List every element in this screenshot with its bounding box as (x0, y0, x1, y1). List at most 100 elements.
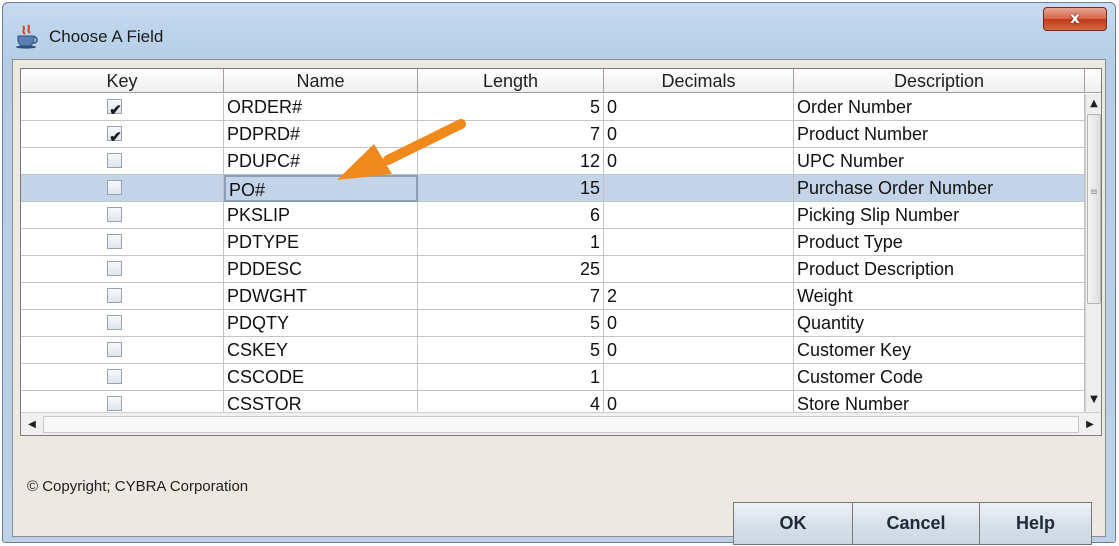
decimals-cell[interactable]: 0 (604, 148, 794, 175)
decimals-cell[interactable]: 2 (604, 283, 794, 310)
description-cell[interactable]: Quantity (794, 310, 1085, 337)
copyright-text: © Copyright; CYBRA Corporation (27, 478, 249, 495)
close-icon: x (1070, 9, 1080, 27)
key-cell (21, 364, 224, 391)
ok-button[interactable]: OK (733, 502, 853, 545)
description-cell[interactable]: Weight (794, 283, 1085, 310)
key-checkbox[interactable] (107, 288, 122, 303)
grip-icon: ≡ (1089, 187, 1099, 198)
scroll-right-icon[interactable]: ▶ (1081, 416, 1099, 433)
java-cup-icon (16, 24, 38, 49)
length-cell[interactable]: 7 (418, 121, 604, 148)
decimals-cell[interactable] (604, 229, 794, 256)
table-row[interactable]: PDWGHT 7 2 Weight (21, 283, 1085, 310)
scroll-down-icon[interactable]: ▼ (1086, 392, 1101, 408)
key-checkbox[interactable]: ✔ (107, 126, 122, 146)
length-cell[interactable]: 5 (418, 94, 604, 121)
key-checkbox[interactable] (107, 207, 122, 222)
decimals-cell[interactable]: 0 (604, 94, 794, 121)
decimals-cell[interactable]: 0 (604, 310, 794, 337)
choose-field-dialog: Choose A Field x Key Name Length Decimals De… (2, 2, 1116, 545)
length-cell[interactable]: 25 (418, 256, 604, 283)
key-cell (21, 202, 224, 229)
description-cell[interactable]: Picking Slip Number (794, 202, 1085, 229)
decimals-cell[interactable] (604, 202, 794, 229)
length-cell[interactable]: 12 (418, 148, 604, 175)
table-row[interactable]: PDUPC# 12 0 UPC Number (21, 148, 1085, 175)
length-cell[interactable]: 5 (418, 310, 604, 337)
key-checkbox[interactable] (107, 261, 122, 276)
key-cell (21, 337, 224, 364)
key-checkbox[interactable] (107, 315, 122, 330)
name-column-header[interactable]: Name (224, 69, 418, 93)
title-bar: Choose A Field x (3, 3, 1115, 67)
key-checkbox[interactable] (107, 234, 122, 249)
table-row[interactable]: CSCODE 1 Customer Code (21, 364, 1085, 391)
name-cell[interactable]: PDTYPE (224, 229, 418, 256)
description-cell[interactable]: Product Number (794, 121, 1085, 148)
header-filler (1085, 69, 1101, 93)
key-checkbox[interactable] (107, 369, 122, 384)
length-cell[interactable]: 1 (418, 364, 604, 391)
dialog-content: Key Name Length Decimals Description ✔ ORDER#… (12, 59, 1106, 545)
key-checkbox[interactable] (107, 180, 122, 195)
horizontal-scroll-thumb[interactable] (43, 416, 1079, 433)
key-checkbox[interactable] (107, 153, 122, 168)
key-cell (21, 283, 224, 310)
table-row[interactable]: CSKEY 5 0 Customer Key (21, 337, 1085, 364)
table-row[interactable]: PO# 15 Purchase Order Number (21, 175, 1085, 202)
name-cell[interactable]: PDWGHT (224, 283, 418, 310)
table-row[interactable]: PDDESC 25 Product Description (21, 256, 1085, 283)
description-cell[interactable]: Product Description (794, 256, 1085, 283)
cancel-button[interactable]: Cancel (852, 502, 980, 545)
name-cell[interactable]: PKSLIP (224, 202, 418, 229)
table-row[interactable]: PDTYPE 1 Product Type (21, 229, 1085, 256)
table-row[interactable]: PDQTY 5 0 Quantity (21, 310, 1085, 337)
description-cell[interactable]: Purchase Order Number (794, 175, 1085, 202)
scroll-up-icon[interactable]: ▲ (1086, 96, 1101, 112)
description-cell[interactable]: Product Type (794, 229, 1085, 256)
table-row[interactable]: ✔ PDPRD# 7 0 Product Number (21, 121, 1085, 148)
vertical-scrollbar[interactable]: ▲ ≡ ▼ (1085, 94, 1101, 412)
name-cell[interactable]: PDQTY (224, 310, 418, 337)
decimals-cell[interactable] (604, 364, 794, 391)
description-cell[interactable]: Customer Code (794, 364, 1085, 391)
vertical-scroll-thumb[interactable]: ≡ (1087, 114, 1101, 304)
key-cell (21, 310, 224, 337)
name-cell[interactable]: PDPRD# (224, 121, 418, 148)
description-cell[interactable]: Customer Key (794, 337, 1085, 364)
description-column-header[interactable]: Description (794, 69, 1085, 93)
help-button[interactable]: Help (979, 502, 1092, 545)
key-checkbox[interactable] (107, 342, 122, 357)
decimals-cell[interactable] (604, 175, 794, 202)
scroll-left-icon[interactable]: ◀ (23, 416, 41, 433)
key-column-header[interactable]: Key (21, 69, 224, 93)
name-cell[interactable]: PDDESC (224, 256, 418, 283)
length-cell[interactable]: 1 (418, 229, 604, 256)
close-button[interactable]: x (1043, 7, 1107, 31)
name-cell[interactable]: ORDER# (224, 94, 418, 121)
dialog-title: Choose A Field (49, 27, 164, 46)
description-cell[interactable]: UPC Number (794, 148, 1085, 175)
length-cell[interactable]: 15 (418, 175, 604, 202)
horizontal-scrollbar[interactable]: ◀ ▶ (21, 412, 1101, 435)
name-cell[interactable]: CSCODE (224, 364, 418, 391)
table-row[interactable]: ✔ ORDER# 5 0 Order Number (21, 94, 1085, 121)
table-row[interactable]: PKSLIP 6 Picking Slip Number (21, 202, 1085, 229)
length-cell[interactable]: 7 (418, 283, 604, 310)
key-cell (21, 175, 224, 202)
decimals-column-header[interactable]: Decimals (604, 69, 794, 93)
length-column-header[interactable]: Length (418, 69, 604, 93)
key-checkbox[interactable]: ✔ (107, 99, 122, 119)
name-cell[interactable]: PO# (224, 175, 418, 202)
description-cell[interactable]: Order Number (794, 94, 1085, 121)
decimals-cell[interactable] (604, 256, 794, 283)
name-cell[interactable]: PDUPC# (224, 148, 418, 175)
decimals-cell[interactable]: 0 (604, 121, 794, 148)
length-cell[interactable]: 5 (418, 337, 604, 364)
name-cell[interactable]: CSKEY (224, 337, 418, 364)
decimals-cell[interactable]: 0 (604, 337, 794, 364)
field-table: Key Name Length Decimals Description ✔ ORDER#… (20, 68, 1102, 436)
key-checkbox[interactable] (107, 396, 122, 411)
length-cell[interactable]: 6 (418, 202, 604, 229)
